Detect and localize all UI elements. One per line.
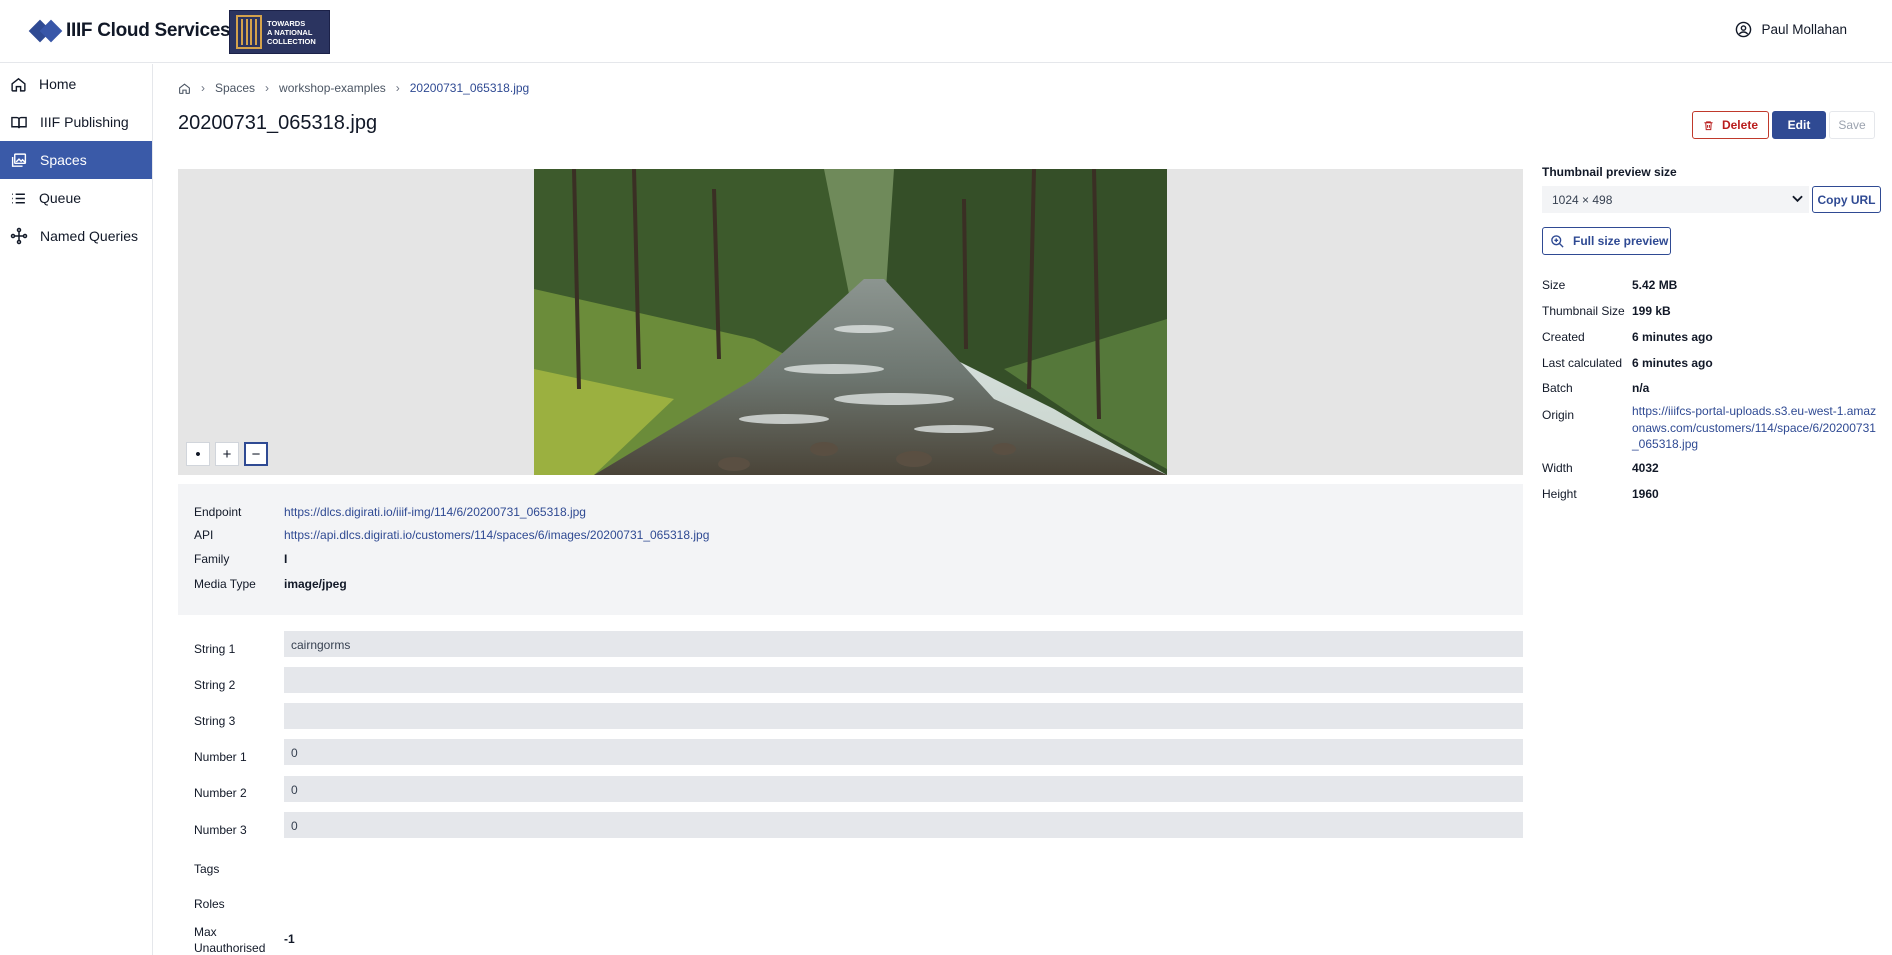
zoom-controls: • + − xyxy=(186,442,268,466)
height-value: 1960 xyxy=(1632,487,1659,501)
endpoint-link[interactable]: https://dlcs.digirati.io/iiif-img/114/6/… xyxy=(284,505,586,519)
number1-field[interactable]: 0 xyxy=(284,739,1523,765)
brand-diamond-icon xyxy=(28,18,63,44)
copy-url-button[interactable]: Copy URL xyxy=(1812,186,1881,213)
max-unauthorised-label: Max Unauthorised xyxy=(194,925,266,955)
images-icon xyxy=(11,152,27,167)
thumbnail-size-value: 199 kB xyxy=(1632,304,1671,318)
tags-label: Tags xyxy=(194,862,220,876)
endpoint-row: Endpoint https://dlcs.digirati.io/iiif-i… xyxy=(194,505,586,519)
query-icon xyxy=(10,227,28,245)
image-info-panel: Endpoint https://dlcs.digirati.io/iiif-i… xyxy=(178,484,1523,615)
user-menu[interactable]: Paul Mollahan xyxy=(1735,21,1847,38)
breadcrumb: › Spaces › workshop-examples › 20200731_… xyxy=(178,81,529,95)
media-type-row: Media Type image/jpeg xyxy=(194,577,347,591)
family-value: I xyxy=(284,552,288,566)
last-calculated-row: Last calculated 6 minutes ago xyxy=(1542,356,1713,370)
string3-field[interactable] xyxy=(284,703,1523,729)
partner-logo: TOWARDS A NATIONAL COLLECTION xyxy=(229,10,330,54)
api-row: API https://api.dlcs.digirati.io/custome… xyxy=(194,528,709,542)
user-name: Paul Mollahan xyxy=(1761,22,1847,37)
brand-name: IIIF Cloud Services xyxy=(66,20,231,41)
sidebar-item-label: IIIF Publishing xyxy=(40,114,129,130)
thumbnail-size-label: Thumbnail preview size xyxy=(1542,165,1677,179)
media-type-value: image/jpeg xyxy=(284,577,347,591)
sidebar-item-label: Queue xyxy=(39,190,82,206)
save-button[interactable]: Save xyxy=(1829,111,1875,139)
number1-label: Number 1 xyxy=(194,750,247,764)
sidebar-item-spaces[interactable]: Spaces xyxy=(0,141,152,179)
chevron-down-icon xyxy=(1792,195,1803,203)
sidebar-item-label: Spaces xyxy=(40,152,87,168)
string2-field[interactable] xyxy=(284,667,1523,693)
string2-label: String 2 xyxy=(194,678,236,692)
edit-button[interactable]: Edit xyxy=(1772,111,1826,139)
action-bar: Delete Edit Save xyxy=(1692,111,1875,139)
columns-icon xyxy=(236,15,262,49)
trash-icon xyxy=(1704,120,1713,130)
user-avatar-icon xyxy=(1736,21,1752,38)
breadcrumb-space[interactable]: workshop-examples xyxy=(279,81,386,95)
roles-label: Roles xyxy=(194,897,225,911)
sidebar-item-label: Home xyxy=(39,76,77,92)
api-label: API xyxy=(194,528,214,542)
batch-value: n/a xyxy=(1632,381,1650,395)
height-row: Height 1960 xyxy=(1542,487,1659,501)
family-row: Family I xyxy=(194,552,287,566)
sidebar-item-named-queries[interactable]: Named Queries xyxy=(0,217,152,255)
breadcrumb-spaces[interactable]: Spaces xyxy=(215,81,255,95)
home-icon xyxy=(11,77,26,92)
size-value: 5.42 MB xyxy=(1632,278,1678,292)
width-row: Width 4032 xyxy=(1542,461,1659,475)
full-size-preview-button[interactable]: Full size preview xyxy=(1542,227,1671,255)
number3-label: Number 3 xyxy=(194,823,247,837)
created-row: Created 6 minutes ago xyxy=(1542,330,1713,344)
sidebar-item-queue[interactable]: Queue xyxy=(0,179,152,217)
thumbnail-size-row: Thumbnail Size 199 kB xyxy=(1542,304,1671,318)
image-viewer[interactable]: • + − xyxy=(178,169,1523,475)
image-preview xyxy=(534,169,1167,475)
list-icon xyxy=(12,193,25,203)
last-calculated-value: 6 minutes ago xyxy=(1632,356,1713,370)
home-icon[interactable] xyxy=(178,82,191,95)
partner-logo-text: TOWARDS A NATIONAL COLLECTION xyxy=(267,18,316,46)
thumbnail-size-select[interactable]: 1024 × 498 xyxy=(1542,186,1809,213)
chevron-right-icon: › xyxy=(395,81,400,95)
zoom-home-button[interactable]: • xyxy=(186,442,210,466)
zoom-in-icon xyxy=(1551,234,1564,248)
top-header: IIIF Cloud Services TOWARDS A NATIONAL C… xyxy=(0,0,1892,63)
batch-row: Batch n/a xyxy=(1542,381,1650,395)
api-link[interactable]: https://api.dlcs.digirati.io/customers/1… xyxy=(284,528,709,542)
sidebar: Home IIIF Publishing Spaces Queue Named … xyxy=(0,64,153,955)
sidebar-item-home[interactable]: Home xyxy=(0,65,152,103)
breadcrumb-current[interactable]: 20200731_065318.jpg xyxy=(410,81,529,95)
chevron-right-icon: › xyxy=(265,81,270,95)
sidebar-item-iiif-publishing[interactable]: IIIF Publishing xyxy=(0,103,152,141)
delete-button[interactable]: Delete xyxy=(1692,111,1769,139)
main-content: › Spaces › workshop-examples › 20200731_… xyxy=(154,64,1892,955)
sidebar-item-label: Named Queries xyxy=(40,228,139,244)
number2-field[interactable]: 0 xyxy=(284,776,1523,802)
page-title: 20200731_065318.jpg xyxy=(178,112,378,134)
width-value: 4032 xyxy=(1632,461,1659,475)
max-unauthorised-value: -1 xyxy=(284,932,295,946)
zoom-in-button[interactable]: + xyxy=(215,442,239,466)
created-value: 6 minutes ago xyxy=(1632,330,1713,344)
brand-logo[interactable]: IIIF Cloud Services xyxy=(28,18,231,44)
endpoint-label: Endpoint xyxy=(194,505,242,519)
string1-field[interactable]: cairngorms xyxy=(284,631,1523,657)
string3-label: String 3 xyxy=(194,714,236,728)
media-type-label: Media Type xyxy=(194,577,256,591)
origin-row: Origin https://iiifcs-portal-uploads.s3.e… xyxy=(1542,403,1880,453)
origin-link[interactable]: https://iiifcs-portal-uploads.s3.eu-west… xyxy=(1632,403,1880,453)
size-row: Size 5.42 MB xyxy=(1542,278,1678,292)
book-icon xyxy=(11,116,27,128)
zoom-out-button[interactable]: − xyxy=(244,442,268,466)
number2-label: Number 2 xyxy=(194,786,247,800)
family-label: Family xyxy=(194,552,230,566)
string1-label: String 1 xyxy=(194,642,236,656)
number3-field[interactable]: 0 xyxy=(284,812,1523,838)
chevron-right-icon: › xyxy=(201,81,205,95)
